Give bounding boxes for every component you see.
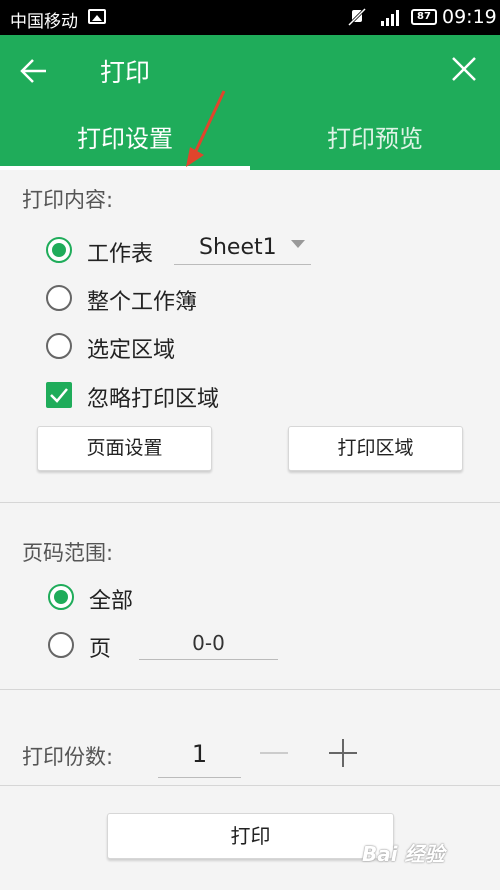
sheet-select-value: Sheet1 <box>199 235 277 260</box>
radio-all-pages[interactable] <box>48 584 74 610</box>
back-arrow-icon[interactable] <box>18 55 50 87</box>
ignore-area-checkbox[interactable] <box>46 382 72 408</box>
option-selection-label: 选定区域 <box>87 338 176 363</box>
page-title: 打印 <box>100 58 151 87</box>
page-range-input[interactable]: 0-0 <box>139 628 278 660</box>
minus-icon[interactable] <box>259 742 289 764</box>
plus-icon[interactable] <box>328 738 358 768</box>
print-content-label: 打印内容: <box>22 188 114 212</box>
app-header: 打印 打印设置 打印预览 <box>0 35 500 170</box>
option-all-label: 全部 <box>89 589 134 614</box>
copies-input[interactable]: 1 <box>158 734 241 778</box>
copies-label: 打印份数: <box>22 745 114 769</box>
sheet-select[interactable]: Sheet1 <box>174 232 311 265</box>
close-icon[interactable] <box>450 55 478 83</box>
divider <box>0 689 500 690</box>
radio-worksheet[interactable] <box>46 237 72 263</box>
clock: 09:19 <box>442 6 497 28</box>
signal-icon <box>381 10 399 26</box>
tab-print-preview[interactable]: 打印预览 <box>250 119 500 159</box>
ignore-area-label: 忽略打印区域 <box>87 387 220 412</box>
radio-whole-workbook[interactable] <box>46 285 72 311</box>
mute-icon <box>347 8 367 26</box>
divider <box>0 502 500 503</box>
annotation-arrow-icon <box>186 90 226 167</box>
battery-indicator: 87 <box>411 9 437 25</box>
option-workbook-label: 整个工作簿 <box>87 290 198 315</box>
baidu-watermark: Bai 经验 <box>362 832 482 872</box>
radio-selection[interactable] <box>46 333 72 359</box>
option-worksheet-label: 工作表 <box>87 242 154 267</box>
image-icon <box>88 9 106 24</box>
page-range-label: 页码范围: <box>22 541 114 565</box>
carrier-name: 中国移动 <box>10 12 78 32</box>
page-setup-button[interactable]: 页面设置 <box>37 426 212 471</box>
status-bar: 中国移动 87 09:19 <box>0 0 500 35</box>
radio-pages[interactable] <box>48 632 74 658</box>
chevron-down-icon <box>291 240 305 248</box>
checkmark-icon <box>50 388 68 403</box>
print-area-button[interactable]: 打印区域 <box>288 426 463 471</box>
option-pages-label: 页 <box>89 637 112 662</box>
print-button[interactable]: 打印 <box>107 813 394 859</box>
watermark-text: Bai 经验 <box>362 842 445 866</box>
divider <box>0 785 500 786</box>
